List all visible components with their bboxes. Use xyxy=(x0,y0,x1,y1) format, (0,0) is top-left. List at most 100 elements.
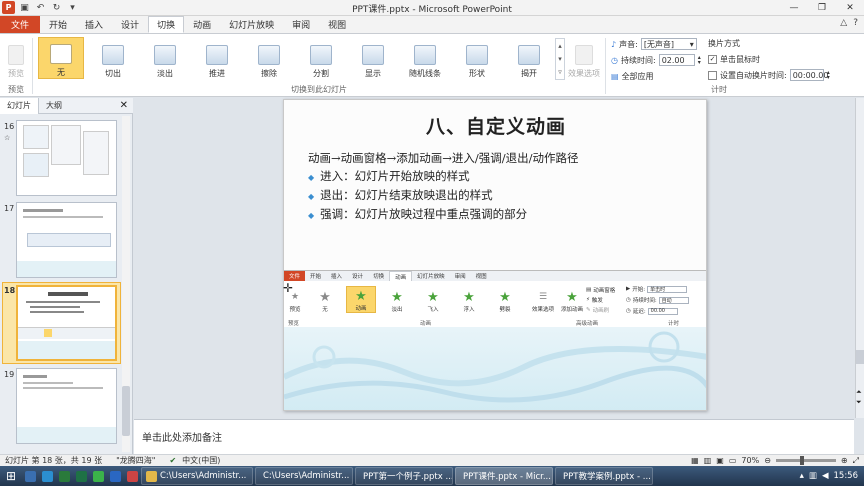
transition-random-bars-button[interactable]: 随机线条 xyxy=(402,37,448,79)
redo-icon[interactable]: ↻ xyxy=(50,1,63,14)
normal-view-icon[interactable]: ▦ xyxy=(691,456,699,465)
next-slide-icon[interactable]: ⏷ xyxy=(856,398,862,407)
ppt-logo-icon[interactable]: P xyxy=(2,1,15,14)
close-icon[interactable]: ✕ xyxy=(836,0,864,15)
embedded-ribbon-screenshot[interactable]: 文件 开始 插入 设计 切换 动画 幻灯片放映 审阅 视图 ★ 预览 ★ 无 ★ 动画… xyxy=(284,270,706,327)
effect-options-button[interactable]: 效果选项 xyxy=(566,37,602,79)
slide-vertical-scrollbar[interactable]: ⏶ ⏷ xyxy=(855,98,864,418)
zoom-out-icon[interactable]: ⊖ xyxy=(764,456,771,465)
transition-wipe-button[interactable]: 擦除 xyxy=(246,37,292,79)
excel-icon[interactable] xyxy=(76,470,87,482)
transition-split-button[interactable]: 分割 xyxy=(298,37,344,79)
app-icon[interactable] xyxy=(127,470,138,482)
undo-icon[interactable]: ↶ xyxy=(34,1,47,14)
slide-sorter-icon[interactable]: ▥ xyxy=(704,456,712,465)
auto-advance-input[interactable]: 00:00.00 xyxy=(789,69,828,81)
zoom-slider[interactable] xyxy=(775,456,836,465)
slide-thumbnail-18[interactable] xyxy=(16,285,117,361)
tab-slideshow[interactable]: 幻灯片放映 xyxy=(220,16,283,33)
slide-bullet-line[interactable]: ◆ 强调：幻灯片放映过程中重点强调的部分 xyxy=(308,206,527,222)
transition-reveal-button[interactable]: 显示 xyxy=(350,37,396,79)
spellcheck-icon[interactable]: ✔ xyxy=(169,456,176,465)
transition-uncover-button[interactable]: 揭开 xyxy=(506,37,552,79)
tray-icon[interactable]: ▴ xyxy=(800,471,804,481)
auto-advance-checkbox[interactable] xyxy=(708,70,717,80)
transition-cut-button[interactable]: 切出 xyxy=(90,37,136,79)
dropdown-icon[interactable]: ▾ xyxy=(66,1,79,14)
preview-button[interactable]: 预览 xyxy=(2,37,30,79)
scrollbar-thumb[interactable] xyxy=(856,350,864,364)
slide-thumbnail-17[interactable] xyxy=(16,202,117,278)
clock[interactable]: 15:56 xyxy=(834,471,859,481)
spinner-icon[interactable]: ▴ ▾ xyxy=(827,70,830,81)
reading-view-icon[interactable]: ▣ xyxy=(716,456,724,465)
duration-input[interactable]: 02.00 xyxy=(658,54,695,66)
transition-push-button[interactable]: 推进 xyxy=(194,37,240,79)
slide-number: 17 xyxy=(4,204,15,213)
thumbnail-scrollbar[interactable] xyxy=(122,116,130,452)
volume-icon[interactable]: ◀ xyxy=(822,471,829,481)
slideshow-icon[interactable]: ▭ xyxy=(729,456,737,465)
transition-fade-button[interactable]: 淡出 xyxy=(142,37,188,79)
tab-view[interactable]: 视图 xyxy=(319,16,355,33)
on-click-checkbox[interactable]: ✓ xyxy=(708,55,717,64)
notes-pane[interactable]: 单击此处添加备注 xyxy=(134,419,854,454)
tab-insert[interactable]: 插入 xyxy=(76,16,112,33)
ie-icon[interactable] xyxy=(42,470,53,482)
zoom-slider-thumb[interactable] xyxy=(799,456,804,465)
network-icon[interactable]: ▥ xyxy=(809,471,817,481)
slide-thumbnail-16[interactable] xyxy=(16,120,117,196)
apply-all-button[interactable]: ▤ 全部应用 xyxy=(611,71,654,82)
slide-bullet-line[interactable]: ◆ 退出：幻灯片结束放映退出的样式 xyxy=(308,187,493,203)
transition-random-bars-icon xyxy=(414,45,436,65)
trigger-icon: ⚡ xyxy=(586,297,590,303)
maximize-icon[interactable]: ❐ xyxy=(808,0,836,15)
notes-placeholder[interactable]: 单击此处添加备注 xyxy=(142,433,222,444)
minimize-ribbon-icon[interactable]: △ xyxy=(840,18,847,28)
zoom-level[interactable]: 70% xyxy=(741,456,759,465)
save-icon[interactable]: ▣ xyxy=(18,1,31,14)
spinner-icon[interactable]: ▴ ▾ xyxy=(698,55,701,66)
explorer-icon[interactable] xyxy=(25,470,36,482)
prev-slide-icon[interactable]: ⏶ xyxy=(856,388,862,397)
taskbar-item-explorer-1[interactable]: C:\Users\Administr... xyxy=(141,467,253,485)
start-button[interactable]: ⊞ xyxy=(0,467,22,485)
chrome-icon[interactable] xyxy=(93,470,104,482)
transition-shape-button[interactable]: 形状 xyxy=(454,37,500,79)
tab-transitions[interactable]: 切换 xyxy=(148,16,185,33)
tab-home[interactable]: 开始 xyxy=(40,16,76,33)
taskbar-item-explorer-2[interactable]: C:\Users\Administr... xyxy=(255,467,353,485)
taskbar-item-ppt-1[interactable]: PPT第一个例子.pptx ... xyxy=(355,467,453,485)
slide-title[interactable]: 八、自定义动画 xyxy=(284,112,706,139)
sound-select[interactable]: [无声音] ▾ xyxy=(640,38,697,50)
tab-file[interactable]: 文件 xyxy=(0,16,41,33)
chevron-down-icon[interactable]: ▾ xyxy=(558,55,562,63)
zoom-in-icon[interactable]: ⊕ xyxy=(841,456,848,465)
tab-outline[interactable]: 大纲 xyxy=(39,98,69,114)
slide-bullet-line[interactable]: ◆ 进入：幻灯片开始放映的样式 xyxy=(308,168,470,184)
tab-review[interactable]: 审阅 xyxy=(283,16,319,33)
slide-text-line[interactable]: 动画→动画窗格→添加动画→进入/强调/退出/动作路径 xyxy=(308,150,579,166)
tab-slides[interactable]: 幻灯片 xyxy=(0,97,39,114)
screenshot-tab: 审阅 xyxy=(454,274,466,280)
transition-none-button[interactable]: 无 xyxy=(38,37,84,79)
screenshot-anim-pane: ▤ 动画窗格 xyxy=(586,287,616,294)
help-icon[interactable]: ? xyxy=(853,18,858,28)
scrollbar-thumb[interactable] xyxy=(122,386,130,436)
taskbar-item-ppt-3[interactable]: PPT教学案例.pptx - ... xyxy=(555,467,653,485)
more-icon[interactable]: ▿ xyxy=(558,68,562,76)
close-icon[interactable]: ✕ xyxy=(120,100,128,111)
gallery-scroll[interactable]: ▴ ▾ ▿ xyxy=(555,38,565,80)
slide-thumbnail-19[interactable] xyxy=(16,368,117,444)
minimize-icon[interactable]: — xyxy=(780,0,808,15)
slide-canvas[interactable]: 八、自定义动画 动画→动画窗格→添加动画→进入/强调/退出/动作路径 ◆ 进入：幻… xyxy=(283,99,707,411)
language[interactable]: 中文(中国) xyxy=(182,455,220,466)
chevron-up-icon[interactable]: ▴ xyxy=(558,42,562,50)
dreamweaver-icon[interactable] xyxy=(59,470,70,482)
taskbar-item-ppt-2[interactable]: PPT课件.pptx - Micr... xyxy=(455,467,553,485)
word-icon[interactable] xyxy=(110,470,121,482)
tab-design[interactable]: 设计 xyxy=(112,16,148,33)
tab-animations[interactable]: 动画 xyxy=(184,16,220,33)
fit-slide-icon[interactable]: ⤢ xyxy=(853,456,859,466)
on-click-option[interactable]: ✓ 单击鼠标时 xyxy=(708,54,760,65)
